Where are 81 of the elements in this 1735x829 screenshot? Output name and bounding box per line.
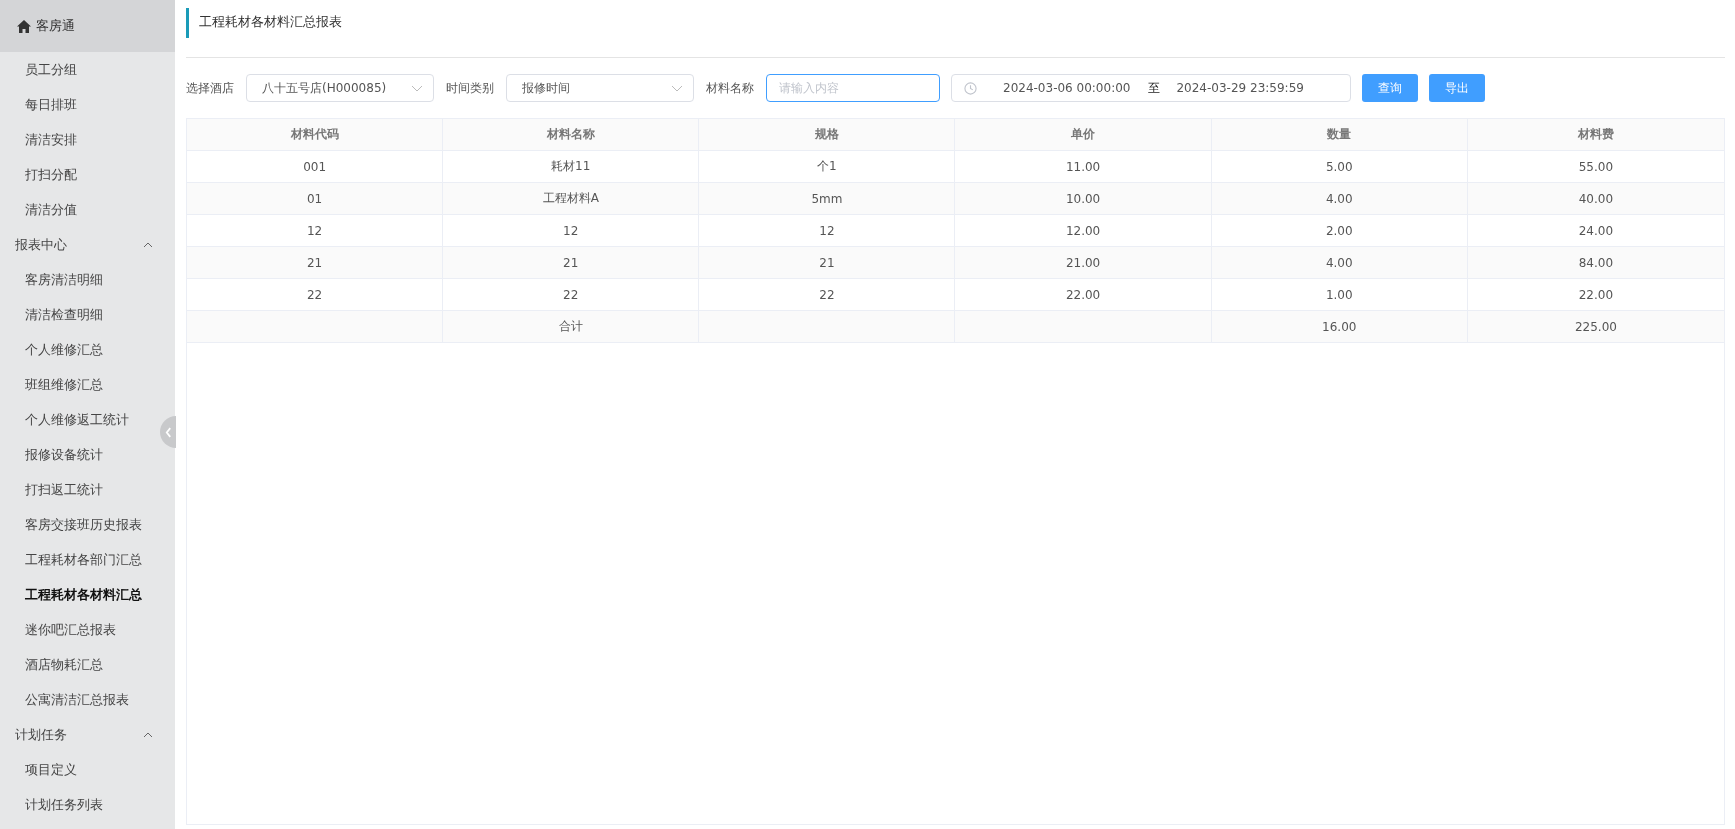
brand-header[interactable]: 客房通 — [0, 0, 175, 52]
table-cell: 1.00 — [1211, 279, 1468, 310]
sidebar-group[interactable]: 报表中心 — [0, 227, 175, 262]
table-cell: 21.00 — [955, 247, 1212, 278]
table-cell: 01 — [187, 183, 444, 214]
table-cell: 22.00 — [955, 279, 1212, 310]
table-cell-text: 40.00 — [1577, 190, 1615, 208]
sidebar-item[interactable]: 迷你吧汇总报表 — [0, 612, 126, 647]
table-cell: 2.00 — [1211, 215, 1468, 246]
table-cell: 22 — [699, 279, 956, 310]
table-cell: 10.00 — [955, 183, 1212, 214]
filter-label: 选择酒店 — [186, 79, 234, 97]
filter-label: 时间类别 — [446, 79, 494, 97]
sidebar-item[interactable]: 酒店物耗汇总 — [0, 647, 113, 682]
filter-label: 材料名称 — [706, 79, 754, 97]
sidebar-item[interactable]: 项目定义 — [0, 752, 87, 787]
table-cell: 4.00 — [1211, 183, 1468, 214]
table-cell-text: 22.00 — [1577, 286, 1615, 304]
chevron-icon — [671, 84, 683, 92]
table-cell: 001 — [187, 151, 444, 182]
total-label: 合计 — [558, 318, 583, 335]
date-range-picker[interactable]: 2024-03-06 00:00:00 至 2024-03-29 23:59:59 — [951, 74, 1351, 102]
column-header: 材料名称 — [443, 119, 700, 150]
sidebar-item[interactable]: 个人维修返工统计 — [0, 402, 139, 437]
table-cell: 12 — [443, 215, 700, 246]
table-cell: 工程材料A — [443, 183, 700, 214]
sidebar-item[interactable]: 班组维修汇总 — [0, 367, 113, 402]
column-header: 材料费 — [1576, 126, 1615, 143]
sidebar-item[interactable]: 清洁安排 — [0, 122, 87, 157]
sidebar-item[interactable]: 打扫分配 — [0, 157, 87, 192]
home-icon — [17, 19, 31, 33]
total-cell: 16.00 — [1322, 319, 1357, 334]
column-header: 材料代码 — [187, 119, 444, 150]
sidebar-item[interactable]: 个人维修汇总 — [0, 332, 113, 367]
page-title: 工程耗材各材料汇总报表 — [186, 8, 342, 38]
table-cell: 21 — [187, 247, 444, 278]
table-cell: 21 — [443, 247, 700, 278]
table-cell: 4.00 — [1211, 247, 1468, 278]
table-cell-text: 55.00 — [1577, 158, 1615, 176]
chevron-icon — [164, 426, 172, 438]
table-cell-text: 24.00 — [1577, 222, 1615, 240]
column-header: 单价 — [955, 119, 1212, 150]
table-cell: 12.00 — [955, 215, 1212, 246]
range-separator: 至 — [1148, 79, 1161, 97]
table-cell: 耗材11 — [443, 151, 700, 182]
sidebar-item[interactable]: 清洁检查明细 — [0, 297, 113, 332]
sidebar-item[interactable]: 打扫返工统计 — [0, 472, 113, 507]
sidebar-item[interactable]: 报修设备统计 — [0, 437, 113, 472]
sidebar-item[interactable]: 公寓清洁汇总报表 — [0, 682, 139, 717]
sidebar-item[interactable]: 客房清洁明细 — [0, 262, 113, 297]
table-cell: 22 — [443, 279, 700, 310]
total-cell: 225.00 — [1574, 319, 1617, 334]
table-cell: 12 — [699, 215, 956, 246]
hotel-select[interactable]: 八十五号店(H000085) — [246, 74, 434, 102]
group-label: 报表中心 — [15, 235, 67, 254]
table-cell-text: 84.00 — [1577, 254, 1615, 272]
time-type-select[interactable]: 报修时间 — [506, 74, 694, 102]
material-input[interactable]: 请输入内容 — [766, 74, 940, 102]
sidebar-group[interactable]: 计划任务 — [0, 717, 175, 752]
brand-name: 客房通 — [36, 17, 75, 35]
sidebar-item[interactable]: 清洁分值 — [0, 192, 87, 227]
table-cell: 22 — [187, 279, 444, 310]
clock-icon — [964, 81, 977, 95]
chevron-icon — [411, 84, 423, 92]
sidebar-item[interactable]: 员工分组 — [0, 52, 87, 87]
table-cell: 个1 — [699, 151, 956, 182]
column-header: 规格 — [699, 119, 956, 150]
table-cell: 21 — [699, 247, 956, 278]
group-label: 计划任务 — [15, 725, 67, 744]
table-cell: 11.00 — [955, 151, 1212, 182]
table-cell: 12 — [187, 215, 444, 246]
table-cell: 5mm — [699, 183, 956, 214]
end-date: 2024-03-29 23:59:59 — [1176, 81, 1304, 95]
sidebar-item[interactable]: 计划任务列表 — [0, 787, 113, 822]
start-date: 2024-03-06 00:00:00 — [1003, 81, 1131, 95]
sidebar-item[interactable]: 工程耗材各部门汇总 — [0, 542, 152, 577]
column-header: 数量 — [1211, 119, 1468, 150]
sidebar-item[interactable]: 每日排班 — [0, 87, 87, 122]
sidebar-item[interactable]: 客房交接班历史报表 — [0, 507, 152, 542]
table-cell: 5.00 — [1211, 151, 1468, 182]
sidebar-item[interactable]: 工程耗材各材料汇总 — [0, 577, 152, 612]
